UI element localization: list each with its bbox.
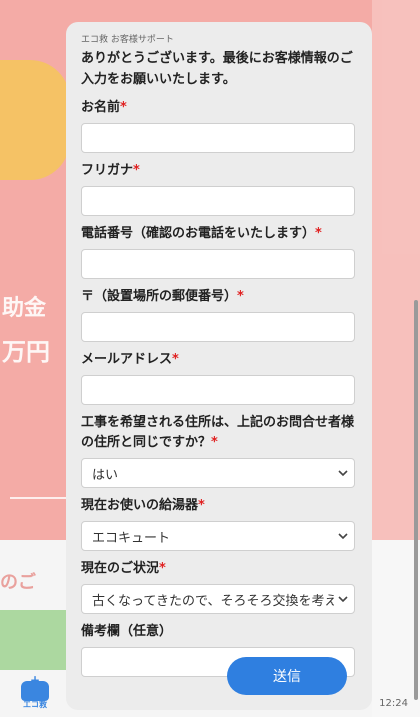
support-launcher-button[interactable]: + エコ救 (18, 673, 52, 709)
required-mark: * (172, 352, 179, 367)
form-intro: ありがとうございます。最後にお客様情報のご入力をお願いいたします。 (81, 51, 353, 87)
required-mark: * (120, 100, 127, 115)
required-mark: * (211, 435, 218, 450)
field-phone: 電話番号（確認のお電話をいたします）* (81, 224, 357, 279)
submit-button[interactable]: 送信 (227, 657, 347, 695)
furigana-input[interactable] (81, 186, 355, 216)
remarks-label: 備考欄（任意） (81, 624, 173, 639)
postal-input[interactable] (81, 312, 355, 342)
required-mark: * (133, 163, 140, 178)
background-chat-banner (0, 610, 70, 670)
name-label: お名前 (81, 100, 121, 115)
background-badge (0, 60, 70, 180)
field-furigana: フリガナ* (81, 161, 357, 216)
chevron-down-icon (338, 596, 348, 603)
required-mark: * (198, 498, 205, 513)
status-value: 古くなってきたので、そろそろ交換を考えてい (92, 593, 334, 609)
water-heater-label: 現在お使いの給湯器 (81, 498, 199, 513)
status-label: 現在のご状況 (81, 561, 160, 576)
field-water-heater: 現在お使いの給湯器* エコキュート (81, 496, 357, 551)
required-mark: * (159, 561, 166, 576)
status-select[interactable]: 古くなってきたので、そろそろ交換を考えてい (81, 584, 355, 614)
water-heater-select[interactable]: エコキュート (81, 521, 355, 551)
same-address-select[interactable]: はい (81, 458, 355, 488)
required-mark: * (237, 289, 244, 304)
water-heater-value: エコキュート (92, 530, 171, 546)
chevron-down-icon (338, 533, 348, 540)
same-address-value: はい (92, 467, 119, 483)
furigana-label: フリガナ (81, 163, 134, 178)
form-brand: エコ救 お客様サポート (81, 35, 174, 45)
email-input[interactable] (81, 375, 355, 405)
background-consult-text: のご (0, 572, 36, 593)
name-input[interactable] (81, 123, 355, 153)
field-same-address: 工事を希望される住所は、上記のお問合せ者様の住所と同じですか？* はい (81, 413, 357, 488)
field-status: 現在のご状況* 古くなってきたので、そろそろ交換を考えてい (81, 559, 357, 614)
logo-text: エコ救 (23, 700, 47, 709)
message-timestamp: 12:24 (379, 698, 408, 709)
phone-label: 電話番号（確認のお電話をいたします） (81, 226, 316, 241)
background-divider (10, 497, 70, 499)
plus-icon: + (30, 673, 41, 687)
chevron-down-icon (338, 470, 348, 477)
required-mark: * (315, 226, 322, 241)
field-email: メールアドレス* (81, 350, 357, 405)
email-label: メールアドレス (81, 352, 173, 367)
field-name: お名前* (81, 98, 357, 153)
background-right-edge (372, 0, 420, 717)
background-subsidy-text: 助金 (2, 296, 47, 321)
background-yen-text: 万円 (2, 338, 50, 366)
postal-label: 〒（設置場所の郵便番号） (81, 289, 238, 304)
phone-input[interactable] (81, 249, 355, 279)
field-postal: 〒（設置場所の郵便番号）* (81, 287, 357, 342)
scrollbar[interactable] (414, 300, 418, 700)
customer-info-form: エコ救 お客様サポート ありがとうございます。最後にお客様情報のご入力をお願いい… (66, 22, 372, 710)
